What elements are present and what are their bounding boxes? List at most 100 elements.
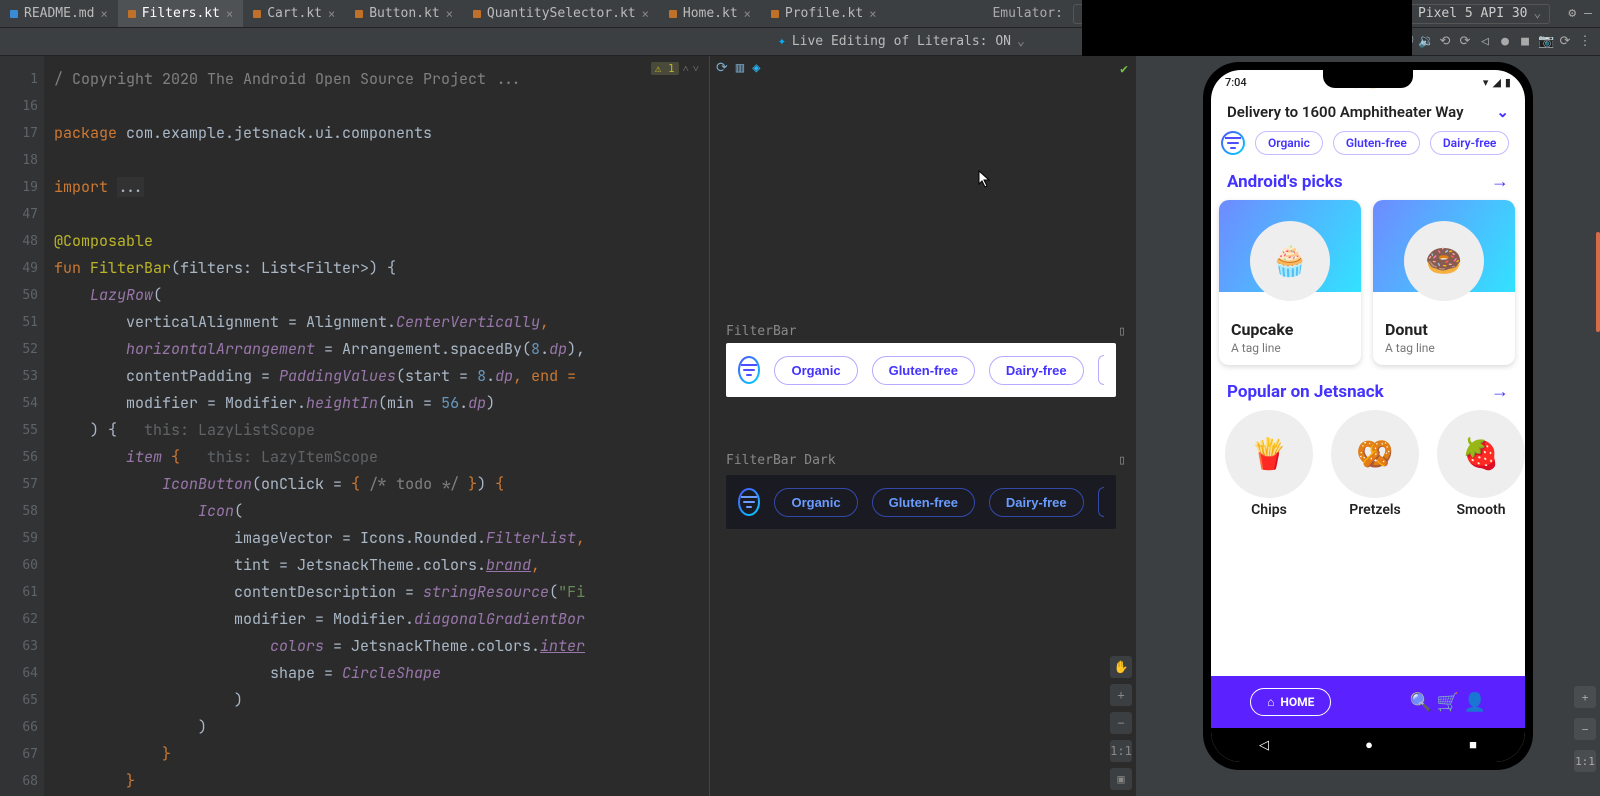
code-editor[interactable]: ⚠ 1 ˄ ˅ 11617181947484950515253545556575… bbox=[0, 56, 710, 796]
close-icon[interactable]: × bbox=[446, 7, 453, 21]
card-image: 🍩 bbox=[1425, 244, 1462, 279]
rotate-left-icon[interactable]: ⟲ bbox=[1438, 34, 1452, 49]
wand-icon: ✦ bbox=[778, 34, 786, 49]
prev-highlight-icon[interactable]: ˄ bbox=[683, 62, 689, 75]
tab-filters[interactable]: Filters.kt× bbox=[118, 0, 244, 27]
device-icon[interactable]: ▯ bbox=[1118, 324, 1126, 339]
nav-home[interactable]: ⌂HOME bbox=[1250, 688, 1331, 716]
device-icon[interactable]: ▯ bbox=[1118, 453, 1126, 468]
chip-organic[interactable]: Organic bbox=[774, 488, 857, 517]
card-donut[interactable]: 🍩 Donut A tag line bbox=[1373, 200, 1515, 365]
zoom-in-icon[interactable]: + bbox=[1110, 684, 1132, 706]
card-subtitle: A tag line bbox=[1219, 341, 1361, 365]
home-icon[interactable]: ● bbox=[1498, 34, 1512, 49]
tab-home[interactable]: Home.kt× bbox=[659, 0, 761, 27]
inspection-widget[interactable]: ⚠ 1 ˄ ˅ bbox=[647, 60, 703, 77]
more-icon[interactable]: ⋮ bbox=[1578, 34, 1592, 49]
section-title: Android's picks bbox=[1227, 172, 1343, 192]
chevron-down-icon[interactable]: ⌄ bbox=[1496, 103, 1509, 121]
next-highlight-icon[interactable]: ˅ bbox=[693, 62, 699, 75]
home-icon: ⌂ bbox=[1267, 695, 1274, 709]
card-image: 🧁 bbox=[1271, 244, 1308, 279]
close-icon[interactable]: × bbox=[744, 7, 751, 21]
tab-quantityselector[interactable]: QuantitySelector.kt× bbox=[463, 0, 659, 27]
zoom-out-icon[interactable]: − bbox=[1110, 712, 1132, 734]
snack-chips[interactable]: 🍟 Chips bbox=[1225, 410, 1313, 518]
device-frame: 7:04 🛡️ 🔒 ▾◢▮ Delivery to 1600 Amphithea… bbox=[1203, 62, 1533, 770]
chip-partial[interactable] bbox=[1098, 487, 1104, 517]
rotate-right-icon[interactable]: ⟳ bbox=[1458, 34, 1472, 49]
back-icon[interactable]: ◁ bbox=[1478, 34, 1492, 49]
close-icon[interactable]: × bbox=[869, 7, 876, 21]
filter-icon[interactable] bbox=[1221, 131, 1245, 155]
arrow-right-icon[interactable]: → bbox=[1491, 381, 1509, 402]
wifi-icon: ▾ bbox=[1483, 76, 1489, 89]
device-screen[interactable]: 7:04 🛡️ 🔒 ▾◢▮ Delivery to 1600 Amphithea… bbox=[1211, 70, 1525, 762]
zoom-out-icon[interactable]: − bbox=[1574, 718, 1596, 740]
tab-readme[interactable]: README.md× bbox=[0, 0, 118, 27]
chip-dairyfree[interactable]: Dairy-free bbox=[1430, 131, 1510, 155]
preview-filterbar-dark[interactable]: Organic Gluten-free Dairy-free bbox=[726, 475, 1116, 529]
chip-glutenfree[interactable]: Gluten-free bbox=[1333, 131, 1420, 155]
nav-profile-icon[interactable]: 👤 bbox=[1463, 692, 1485, 713]
zoom-fit-icon[interactable]: 1:1 bbox=[1574, 750, 1596, 772]
nav-cart-icon[interactable]: 🛒 bbox=[1437, 692, 1459, 713]
code-area[interactable]: / Copyright 2020 The Android Open Source… bbox=[44, 56, 709, 796]
snack-pretzels[interactable]: 🥨Pretzels bbox=[1331, 410, 1419, 518]
tab-profile[interactable]: Profile.kt× bbox=[761, 0, 887, 27]
snack-image: 🍓 bbox=[1437, 410, 1525, 498]
close-icon[interactable]: × bbox=[226, 7, 233, 21]
snack-image: 🥨 bbox=[1331, 410, 1419, 498]
snack-smooth[interactable]: 🍓Smooth bbox=[1437, 410, 1525, 518]
card-cupcake[interactable]: 🧁 Cupcake A tag line bbox=[1219, 200, 1361, 365]
chip-dairyfree[interactable]: Dairy-free bbox=[989, 488, 1084, 517]
chip-dairyfree[interactable]: Dairy-free bbox=[989, 356, 1084, 385]
snack-image: 🍟 bbox=[1225, 410, 1313, 498]
chip-glutenfree[interactable]: Gluten-free bbox=[872, 488, 975, 517]
signal-icon: ◢ bbox=[1492, 76, 1500, 89]
nav-search-icon[interactable]: 🔍 🛒 👤 bbox=[1410, 692, 1486, 713]
interactive-icon[interactable]: ▥ bbox=[736, 60, 744, 76]
zoom-frame-icon[interactable]: ▣ bbox=[1110, 768, 1132, 790]
refresh-icon[interactable]: ⟳ bbox=[716, 60, 728, 76]
back-key[interactable]: ◁ bbox=[1259, 738, 1269, 753]
tab-button[interactable]: Button.kt× bbox=[345, 0, 463, 27]
emulator-selector[interactable]: ▯ Pixel 5 API 30 ⌄ bbox=[1073, 4, 1550, 24]
chip-partial[interactable] bbox=[1098, 355, 1104, 385]
live-edit-toggle[interactable]: ✦ Live Editing of Literals: ON ⌄ bbox=[778, 34, 1025, 49]
filter-icon[interactable] bbox=[738, 356, 760, 384]
overview-icon[interactable]: ■ bbox=[1518, 34, 1532, 49]
preview-filterbar-light[interactable]: Organic Gluten-free Dairy-free bbox=[726, 343, 1116, 397]
volume-down-icon[interactable]: 🔉 bbox=[1418, 34, 1432, 49]
card-subtitle: A tag line bbox=[1373, 341, 1515, 365]
layers-icon[interactable]: ◈ bbox=[752, 60, 760, 76]
build-ok-icon: ✔ bbox=[1120, 62, 1128, 77]
chip-organic[interactable]: Organic bbox=[1255, 131, 1323, 155]
file-tabs: README.md× Filters.kt× Cart.kt× Button.k… bbox=[0, 0, 992, 27]
chip-glutenfree[interactable]: Gluten-free bbox=[872, 356, 975, 385]
tab-cart[interactable]: Cart.kt× bbox=[243, 0, 345, 27]
pan-icon[interactable]: ✋ bbox=[1110, 656, 1132, 678]
screenshot-icon[interactable]: 📷 bbox=[1538, 34, 1552, 49]
minimize-icon[interactable]: — bbox=[1584, 6, 1592, 21]
home-key[interactable]: ● bbox=[1365, 737, 1373, 753]
chip-organic[interactable]: Organic bbox=[774, 356, 857, 385]
zoom-in-icon[interactable]: + bbox=[1574, 686, 1596, 708]
close-icon[interactable]: × bbox=[642, 7, 649, 21]
overview-key[interactable]: ■ bbox=[1469, 737, 1477, 753]
preview-label-light: FilterBar bbox=[726, 324, 796, 339]
gear-icon[interactable]: ⚙ bbox=[1568, 6, 1576, 21]
close-icon[interactable]: × bbox=[100, 7, 107, 21]
warning-badge[interactable]: ⚠ 1 bbox=[651, 62, 679, 75]
clock: 7:04 bbox=[1225, 76, 1247, 89]
emulator-label: Emulator: bbox=[992, 6, 1062, 21]
zoom-fit-icon[interactable]: 1:1 bbox=[1110, 740, 1132, 762]
close-icon[interactable]: × bbox=[328, 7, 335, 21]
chevron-down-icon: ⌄ bbox=[1017, 34, 1025, 49]
filter-icon[interactable] bbox=[738, 488, 760, 516]
arrow-right-icon[interactable]: → bbox=[1491, 171, 1509, 192]
soft-keys: ◁ ● ■ bbox=[1211, 728, 1525, 762]
snack-label: Chips bbox=[1251, 502, 1287, 518]
address-bar[interactable]: Delivery to 1600 Amphitheater Way ⌄ bbox=[1211, 91, 1525, 131]
record-icon[interactable]: ⟳ bbox=[1558, 34, 1572, 49]
